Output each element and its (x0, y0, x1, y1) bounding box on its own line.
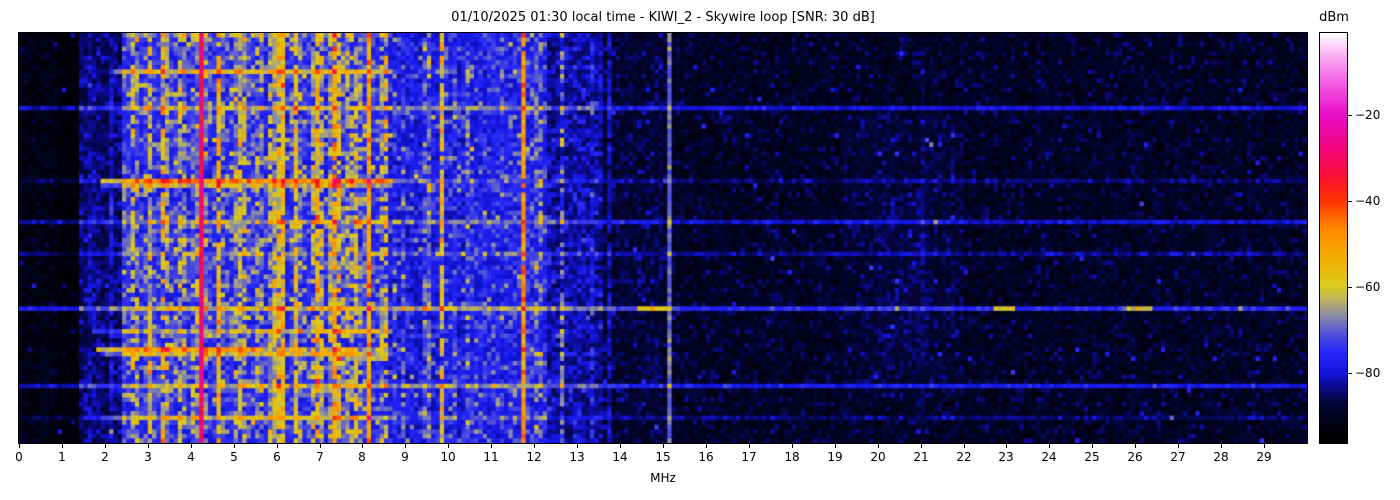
x-tick-label: 16 (698, 450, 714, 464)
x-tick-mark (964, 444, 965, 448)
x-tick-label: 23 (998, 450, 1014, 464)
x-tick-label: 0 (15, 450, 23, 464)
x-tick-label: 14 (612, 450, 628, 464)
x-tick-label: 6 (273, 450, 281, 464)
x-tick-mark (921, 444, 922, 448)
x-axis-label: MHz (650, 471, 676, 485)
x-tick-mark (320, 444, 321, 448)
x-tick-mark (405, 444, 406, 448)
x-tick-mark (1006, 444, 1007, 448)
x-tick-label: 7 (316, 450, 324, 464)
x-tick-mark (191, 444, 192, 448)
x-tick-mark (105, 444, 106, 448)
x-tick-label: 22 (956, 450, 972, 464)
x-tick-mark (234, 444, 235, 448)
x-tick-mark (362, 444, 363, 448)
x-tick-mark (792, 444, 793, 448)
colorbar-tick-mark (1348, 201, 1352, 202)
x-tick-label: 4 (187, 450, 195, 464)
x-tick-label: 28 (1213, 450, 1229, 464)
x-tick-mark (448, 444, 449, 448)
colorbar-tick-label: −80 (1355, 366, 1381, 380)
x-tick-label: 1 (58, 450, 66, 464)
x-tick-mark (1135, 444, 1136, 448)
x-tick-mark (620, 444, 621, 448)
x-tick-label: 21 (913, 450, 929, 464)
x-tick-mark (62, 444, 63, 448)
x-tick-mark (1178, 444, 1179, 448)
x-tick-label: 29 (1256, 450, 1272, 464)
x-tick-mark (19, 444, 20, 448)
x-tick-mark (1049, 444, 1050, 448)
x-tick-mark (277, 444, 278, 448)
x-tick-mark (663, 444, 664, 448)
x-tick-label: 2 (101, 450, 109, 464)
x-tick-mark (835, 444, 836, 448)
colorbar-tick-mark (1348, 373, 1352, 374)
x-tick-mark (1092, 444, 1093, 448)
colorbar-tick-label: −60 (1355, 280, 1381, 294)
x-tick-mark (1264, 444, 1265, 448)
x-tick-label: 25 (1084, 450, 1100, 464)
x-tick-label: 24 (1041, 450, 1057, 464)
x-tick-label: 18 (784, 450, 800, 464)
x-tick-mark (148, 444, 149, 448)
x-tick-label: 3 (144, 450, 152, 464)
x-tick-label: 12 (526, 450, 542, 464)
x-tick-label: 20 (870, 450, 886, 464)
x-tick-label: 27 (1170, 450, 1186, 464)
x-tick-label: 8 (358, 450, 366, 464)
x-tick-label: 19 (827, 450, 843, 464)
x-tick-label: 9 (401, 450, 409, 464)
x-tick-mark (577, 444, 578, 448)
x-tick-label: 13 (569, 450, 585, 464)
x-tick-label: 15 (655, 450, 671, 464)
x-tick-label: 26 (1127, 450, 1143, 464)
colorbar-tick-mark (1348, 115, 1352, 116)
x-tick-label: 17 (741, 450, 757, 464)
x-tick-mark (1221, 444, 1222, 448)
x-tick-label: 11 (483, 450, 499, 464)
colorbar-gradient (1319, 32, 1348, 444)
chart-title: 01/10/2025 01:30 local time - KIWI_2 - S… (451, 10, 875, 25)
spectrogram-canvas (18, 32, 1308, 444)
x-tick-mark (534, 444, 535, 448)
colorbar-unit-label: dBm (1319, 10, 1349, 25)
x-tick-label: 10 (440, 450, 456, 464)
x-tick-mark (749, 444, 750, 448)
colorbar-tick-label: −40 (1355, 194, 1381, 208)
x-tick-label: 5 (230, 450, 238, 464)
x-tick-mark (706, 444, 707, 448)
x-tick-mark (491, 444, 492, 448)
colorbar-tick-mark (1348, 287, 1352, 288)
spectrogram-figure: 01/10/2025 01:30 local time - KIWI_2 - S… (0, 0, 1400, 500)
colorbar-tick-label: −20 (1355, 108, 1381, 122)
x-tick-mark (878, 444, 879, 448)
